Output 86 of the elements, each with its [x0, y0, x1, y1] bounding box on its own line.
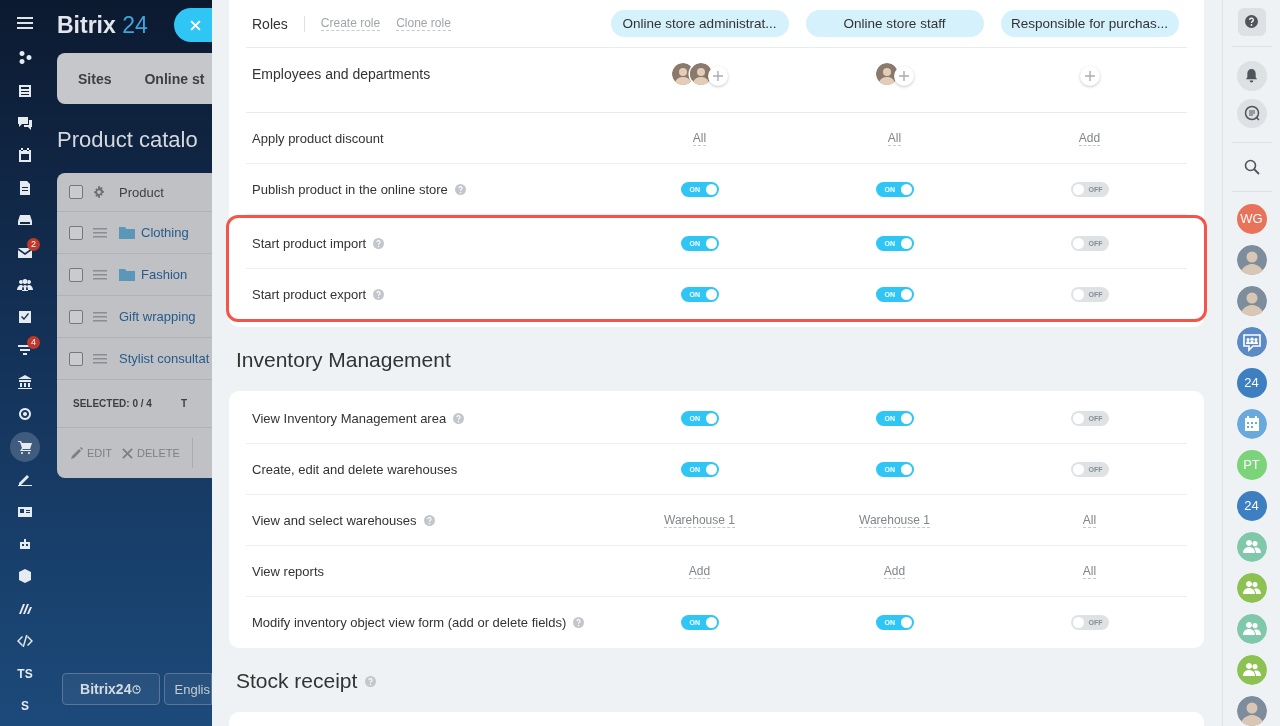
row-label: View reports	[252, 563, 324, 579]
contact-avatar[interactable]: 24	[1236, 368, 1267, 398]
notifications-button[interactable]	[1236, 60, 1267, 91]
folder-icon	[119, 226, 135, 239]
counter-badge: 2	[27, 238, 40, 252]
section-title: Inventory Management	[236, 348, 451, 372]
product-link[interactable]: Stylist consultat	[119, 351, 210, 366]
permission-link[interactable]: Warehouse 1	[664, 512, 735, 528]
contact-avatar[interactable]: 24	[1236, 491, 1267, 521]
role-pill[interactable]: Responsible for purchas...	[1000, 10, 1179, 37]
logo[interactable]: Bitrix 24	[57, 11, 148, 39]
settings-icon[interactable]	[93, 186, 105, 198]
permission-link[interactable]: Add	[1078, 130, 1101, 146]
row-label: Employees and departments	[251, 66, 432, 82]
row-label: Create, edit and delete warehouses	[252, 461, 458, 477]
avatar[interactable]	[1236, 696, 1267, 726]
add-member-button[interactable]	[893, 66, 914, 86]
avatar[interactable]	[689, 63, 712, 85]
menu-item[interactable]: TS	[13, 664, 37, 683]
search-icon	[1243, 159, 1260, 176]
permission-link[interactable]: All	[1082, 563, 1097, 579]
tab[interactable]: Sites	[78, 70, 112, 87]
close-icon	[189, 19, 201, 31]
counter-badge: 4	[27, 335, 40, 349]
section-title: Stock receipt	[236, 669, 358, 693]
checkbox[interactable]	[69, 185, 83, 199]
checkbox[interactable]	[69, 309, 83, 324]
clock-icon	[132, 684, 142, 694]
language-button[interactable]: Englis	[163, 673, 212, 705]
tab[interactable]: Online st	[144, 70, 205, 87]
row-label: View and select warehouses	[252, 512, 417, 528]
permission-link[interactable]: All	[887, 130, 902, 146]
permission-link[interactable]: All	[1082, 512, 1097, 528]
add-member-button[interactable]	[707, 66, 728, 86]
edit-button[interactable]: EDIT	[71, 447, 113, 459]
drag-handle-icon[interactable]	[93, 311, 107, 322]
product-link[interactable]: Fashion	[141, 267, 188, 282]
column-header[interactable]: Product	[119, 184, 164, 200]
permission-link[interactable]: Warehouse 1	[859, 512, 930, 528]
menu-icon[interactable]	[17, 16, 33, 30]
help-button[interactable]	[1237, 8, 1266, 36]
menu-item[interactable]: S	[17, 697, 33, 715]
role-pill[interactable]: Online store staff	[805, 10, 984, 37]
logo-button[interactable]: Bitrix24	[62, 673, 160, 705]
row-label: Modify inventory object view form (add or delete fields)	[252, 614, 567, 630]
bell-icon	[1245, 68, 1258, 84]
contact-avatar[interactable]: WG	[1236, 204, 1267, 234]
row-label: View Inventory Management area	[252, 410, 447, 426]
chat-icon	[1243, 105, 1260, 122]
product-link[interactable]: Gift wrapping	[119, 309, 196, 324]
row-label: Publish product in the online store	[252, 181, 448, 197]
delete-button[interactable]: DELETE	[122, 447, 180, 459]
checkbox[interactable]	[69, 267, 83, 282]
messages-button[interactable]	[1236, 98, 1267, 129]
plus-icon	[898, 71, 909, 81]
role-action-link[interactable]: Create role	[320, 16, 381, 31]
checkbox[interactable]	[69, 225, 83, 240]
group-chat-icon[interactable]	[1236, 327, 1267, 357]
plus-icon	[712, 71, 723, 81]
avatar[interactable]	[875, 63, 898, 85]
close-button[interactable]	[174, 8, 212, 42]
permission-link[interactable]: Add	[883, 563, 906, 579]
role-action-link[interactable]: Clone role	[396, 16, 451, 31]
roles-label: Roles	[252, 15, 288, 32]
help-icon	[1245, 15, 1258, 29]
row-label: Apply product discount	[252, 130, 384, 146]
permission-link[interactable]: All	[692, 130, 707, 146]
row-label: Start product export	[252, 286, 367, 302]
pencil-icon	[71, 447, 83, 459]
plus-icon	[1084, 71, 1095, 81]
total-counter: T	[180, 398, 188, 409]
permission-link[interactable]: Add	[688, 563, 711, 579]
folder-icon	[119, 268, 135, 281]
cart-icon[interactable]	[10, 431, 40, 462]
cross-icon	[122, 447, 134, 459]
selected-counter: SELECTED: 0 / 4	[73, 398, 152, 409]
product-link[interactable]: Clothing	[141, 225, 189, 240]
drag-handle-icon[interactable]	[93, 227, 107, 238]
page-title: Product catalo	[57, 127, 199, 153]
drag-handle-icon[interactable]	[93, 269, 107, 280]
avatar[interactable]	[1236, 286, 1267, 316]
row-label: Start product import	[252, 235, 367, 251]
role-pill[interactable]: Online store administrat...	[610, 10, 789, 37]
drag-handle-icon[interactable]	[93, 353, 107, 364]
checkbox[interactable]	[69, 351, 83, 366]
avatar[interactable]	[1236, 245, 1267, 275]
